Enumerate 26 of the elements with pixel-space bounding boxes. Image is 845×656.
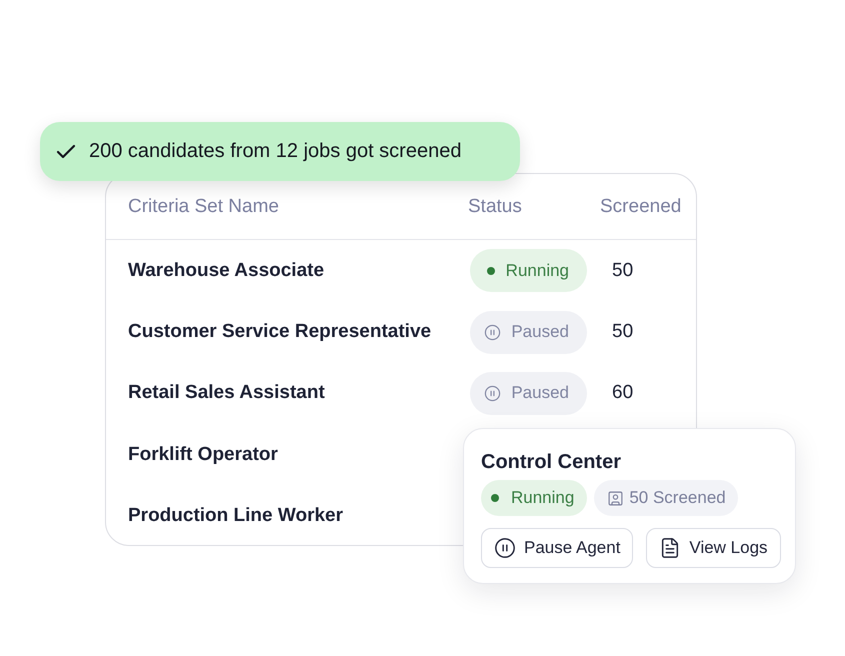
criteria-name: Production Line Worker <box>128 505 344 528</box>
user-square-icon <box>607 490 624 506</box>
status-label: Running <box>506 260 569 281</box>
column-header: Status <box>468 196 522 218</box>
screened-count: 60 <box>611 382 634 404</box>
column-header: Screened <box>600 196 682 218</box>
criteria-name: Warehouse Associate <box>128 260 324 282</box>
status-dot-icon <box>486 266 495 275</box>
status-label: Paused <box>511 322 569 342</box>
status-label: Paused <box>511 383 569 404</box>
screened-count: 50 <box>611 260 634 282</box>
view-logs-button[interactable]: View Logs <box>646 528 781 568</box>
criteria-name: Customer Service Representative <box>128 321 432 344</box>
screened-count: 50 <box>611 321 634 344</box>
toast-message: 200 candidates from 12 jobs got screened <box>89 140 462 163</box>
criteria-name: Retail Sales Assistant <box>128 382 325 404</box>
pause-icon <box>494 537 516 559</box>
count-label: 50 Screened <box>629 488 726 508</box>
panel-title: Control Center <box>481 450 621 475</box>
status-label: Running <box>511 488 574 508</box>
status-dot-icon <box>491 494 499 502</box>
criteria-name: Forklift Operator <box>128 444 278 466</box>
pause-button[interactable]: Pause Agent <box>481 528 634 568</box>
pause-icon <box>484 324 502 341</box>
column-header: Criteria Set Name <box>128 196 279 218</box>
pause-icon <box>484 384 502 402</box>
